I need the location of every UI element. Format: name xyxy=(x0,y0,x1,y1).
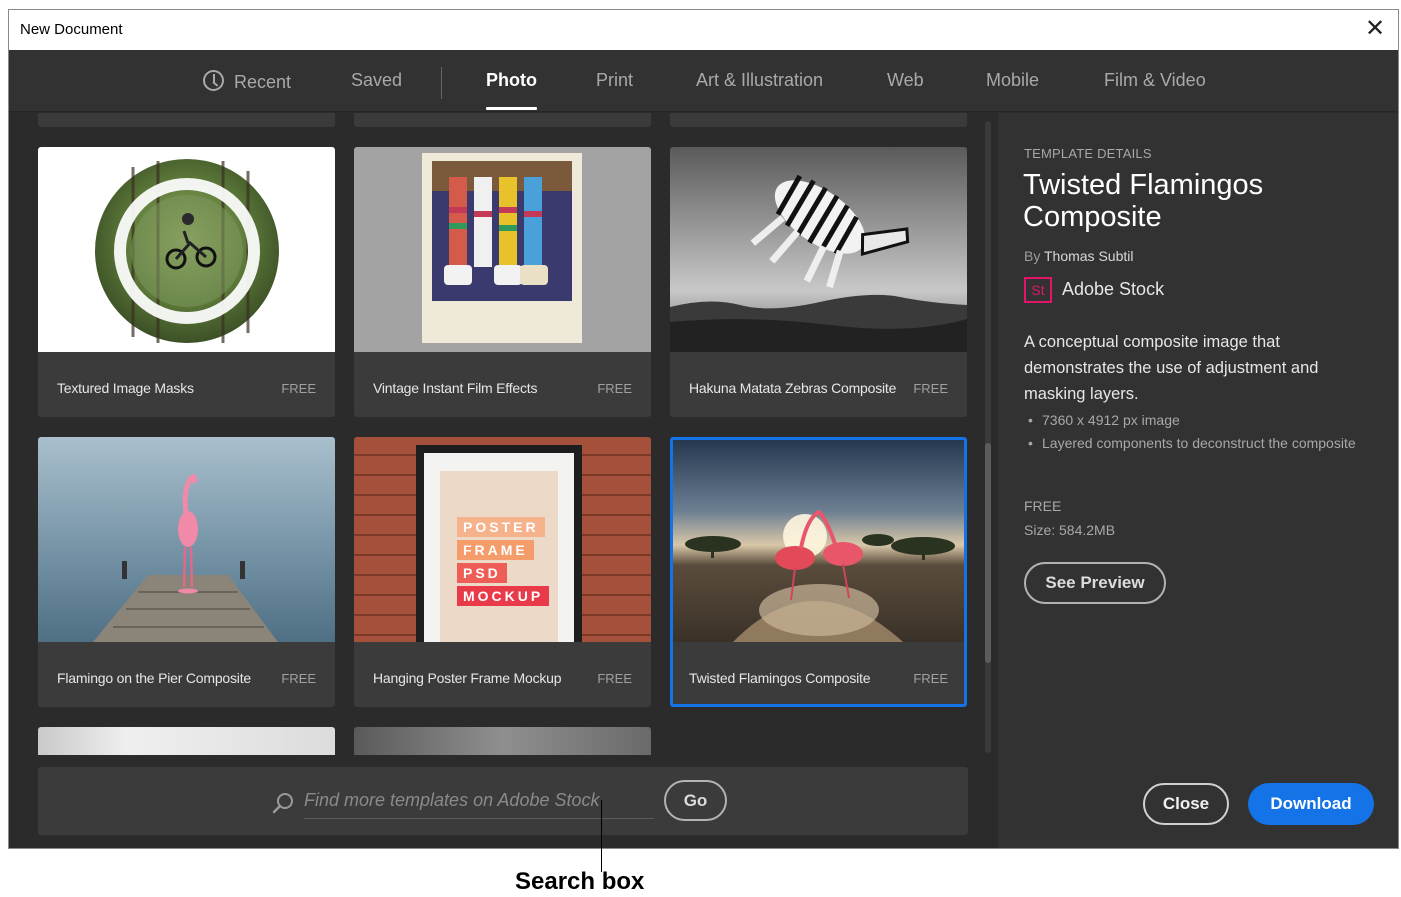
go-button[interactable]: Go xyxy=(664,780,727,821)
poster-word: POSTER xyxy=(457,517,545,537)
template-thumbnail xyxy=(670,147,967,352)
details-author: By Thomas Subtil xyxy=(1024,248,1133,264)
template-price: FREE xyxy=(281,381,316,396)
close-icon[interactable]: ✕ xyxy=(1362,16,1388,42)
template-price: FREE xyxy=(597,671,632,686)
callout-line xyxy=(601,800,602,872)
tab-saved[interactable]: Saved xyxy=(351,70,402,91)
template-thumbnail xyxy=(38,147,335,352)
tab-photo[interactable]: Photo xyxy=(486,70,537,110)
author-prefix: By xyxy=(1024,248,1041,264)
search-bar: Go xyxy=(38,767,968,835)
template-thumbnail xyxy=(354,147,651,352)
window-title: New Document xyxy=(20,21,123,38)
details-title: Twisted Flamingos Composite xyxy=(1023,169,1264,233)
template-card-partial[interactable] xyxy=(354,113,651,127)
template-gallery: Textured Image Masks FREE Vintage Instan… xyxy=(9,113,998,848)
close-button[interactable]: Close xyxy=(1143,783,1229,825)
template-price: FREE xyxy=(913,671,948,686)
tab-label: Print xyxy=(596,70,634,90)
template-name: Twisted Flamingos Composite xyxy=(689,670,871,686)
author-name: Thomas Subtil xyxy=(1043,248,1134,264)
template-card-textured-image-masks[interactable]: Textured Image Masks FREE xyxy=(38,147,335,417)
category-tabs: Recent Saved Photo Print Art & Illustrat… xyxy=(9,50,1398,112)
template-name: Vintage Instant Film Effects xyxy=(373,380,538,396)
tab-film-video[interactable]: Film & Video xyxy=(1104,70,1206,91)
poster-word: PSD xyxy=(457,563,507,583)
template-card-twisted-flamingos[interactable]: Twisted Flamingos Composite FREE xyxy=(670,437,967,707)
tab-label: Web xyxy=(887,70,924,90)
template-name: Hanging Poster Frame Mockup xyxy=(373,670,562,686)
new-document-dialog: New Document ✕ Recent Saved Photo Print … xyxy=(8,9,1399,849)
tab-label: Recent xyxy=(234,72,292,92)
callout-label: Search box xyxy=(515,868,645,895)
poster-word: MOCKUP xyxy=(457,586,550,606)
poster-words: POSTER FRAME PSD MOCKUP xyxy=(457,517,577,606)
template-card-hanging-poster-frame[interactable]: POSTER FRAME PSD MOCKUP Hanging Poster F… xyxy=(354,437,651,707)
tab-web[interactable]: Web xyxy=(887,70,924,91)
details-size: Size: 584.2MB xyxy=(1024,522,1116,538)
scrollbar-thumb[interactable] xyxy=(985,443,991,663)
template-price: FREE xyxy=(281,671,316,686)
template-name: Flamingo on the Pier Composite xyxy=(57,670,251,686)
tab-label: Mobile xyxy=(986,70,1040,90)
details-section-label: TEMPLATE DETAILS xyxy=(1024,146,1152,161)
poster-word: FRAME xyxy=(457,540,534,560)
tab-divider xyxy=(441,67,442,99)
template-card-partial[interactable] xyxy=(354,727,651,755)
template-card-partial[interactable] xyxy=(670,113,967,127)
tab-label: Film & Video xyxy=(1104,70,1206,90)
list-item: Layered components to deconstruct the co… xyxy=(1028,432,1358,455)
template-price: FREE xyxy=(597,381,632,396)
adobe-stock-icon: St xyxy=(1024,277,1052,303)
tab-label: Photo xyxy=(486,70,537,90)
template-details-panel: TEMPLATE DETAILS Twisted Flamingos Compo… xyxy=(998,113,1398,848)
tab-art-illustration[interactable]: Art & Illustration xyxy=(696,70,823,91)
download-button[interactable]: Download xyxy=(1248,783,1374,825)
template-name: Textured Image Masks xyxy=(57,380,194,396)
source-name: Adobe Stock xyxy=(1062,279,1165,299)
template-card-vintage-instant-film[interactable]: Vintage Instant Film Effects FREE xyxy=(354,147,651,417)
tab-mobile[interactable]: Mobile xyxy=(986,70,1039,91)
template-thumbnail: POSTER FRAME PSD MOCKUP xyxy=(354,437,651,642)
list-item: 7360 x 4912 px image xyxy=(1028,409,1358,432)
template-card-partial[interactable] xyxy=(38,113,335,127)
details-price: FREE xyxy=(1024,498,1062,514)
tab-print[interactable]: Print xyxy=(596,70,633,91)
see-preview-button[interactable]: See Preview xyxy=(1024,562,1166,604)
clock-icon xyxy=(203,70,224,91)
tab-label: Saved xyxy=(351,70,403,90)
template-card-partial[interactable] xyxy=(38,727,335,755)
tab-label: Art & Illustration xyxy=(696,70,824,90)
template-card-hakuna-matata-zebras[interactable]: Hakuna Matata Zebras Composite FREE xyxy=(670,147,967,417)
search-icon xyxy=(272,793,293,814)
template-thumbnail xyxy=(38,437,335,642)
template-card-flamingo-pier[interactable]: Flamingo on the Pier Composite FREE xyxy=(38,437,335,707)
details-description: A conceptual composite image that demons… xyxy=(1024,333,1319,403)
title-bar: New Document ✕ xyxy=(9,10,1398,50)
template-name: Hakuna Matata Zebras Composite xyxy=(689,380,897,396)
tab-recent[interactable]: Recent xyxy=(203,70,291,93)
template-thumbnail xyxy=(673,440,964,642)
details-bullets: 7360 x 4912 px image Layered components … xyxy=(1028,409,1358,455)
template-price: FREE xyxy=(913,381,948,396)
